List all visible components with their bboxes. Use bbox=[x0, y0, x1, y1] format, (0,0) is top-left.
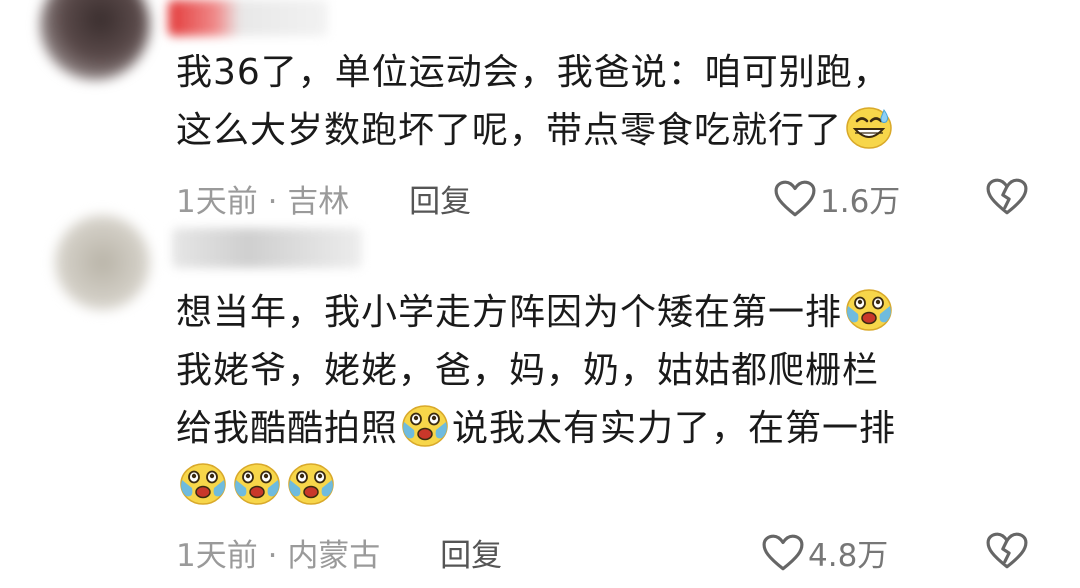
username-blurred[interactable] bbox=[168, 0, 328, 36]
comment-line-text: 说我太有实力了，在第一排 bbox=[452, 408, 897, 449]
broken-heart-icon[interactable] bbox=[986, 178, 1028, 216]
like-button[interactable]: 4.8万 bbox=[762, 530, 888, 575]
comment-text: 我36了，单位运动会，我爸说：咱可别跑， 这么大岁数跑坏了呢，带点零食吃就行了 bbox=[176, 44, 896, 160]
comment-line: 我36了，单位运动会，我爸说：咱可别跑， bbox=[176, 52, 890, 93]
tears-of-joy-emoji-icon bbox=[232, 460, 282, 506]
meta-separator: · bbox=[267, 184, 278, 220]
avatar[interactable] bbox=[55, 215, 150, 310]
comment-line: 想当年，我小学走方阵因为个矮在第一排 bbox=[176, 284, 896, 342]
reply-button[interactable]: 回复 bbox=[440, 538, 502, 574]
tears-of-joy-emoji-icon bbox=[286, 460, 336, 506]
comment-line-text: 给我酷酷拍照 bbox=[176, 408, 399, 449]
reply-button[interactable]: 回复 bbox=[409, 184, 471, 220]
grinning-sweat-emoji-icon bbox=[844, 104, 894, 150]
comment-location: 吉林 bbox=[287, 184, 350, 220]
comment-line bbox=[176, 458, 896, 516]
comment-list: 我36了，单位运动会，我爸说：咱可别跑， 这么大岁数跑坏了呢，带点零食吃就行了 … bbox=[0, 0, 1080, 588]
comment-meta: 1天前 · 吉林 回复 bbox=[176, 176, 471, 221]
username-blurred[interactable] bbox=[172, 228, 362, 268]
comment-line-text: 想当年，我小学走方阵因为个矮在第一排 bbox=[176, 292, 843, 333]
comment-line: 这么大岁数跑坏了呢，带点零食吃就行了 bbox=[176, 102, 896, 160]
comment-meta: 1天前 · 内蒙古 回复 bbox=[176, 530, 502, 575]
comment-time: 1天前 bbox=[176, 538, 258, 574]
tears-of-joy-emoji-icon bbox=[844, 286, 894, 332]
meta-separator: · bbox=[267, 538, 278, 574]
comment-location: 内蒙古 bbox=[287, 538, 381, 574]
like-count: 1.6万 bbox=[820, 184, 901, 220]
comment-text: 想当年，我小学走方阵因为个矮在第一排 我姥爷，姥姥，爸，妈，奶，姑姑都爬栅栏 给… bbox=[176, 284, 896, 516]
broken-heart-icon[interactable] bbox=[986, 532, 1028, 570]
avatar[interactable] bbox=[40, 0, 150, 80]
tears-of-joy-emoji-icon bbox=[178, 460, 228, 506]
heart-outline-icon bbox=[762, 534, 804, 572]
like-count: 4.8万 bbox=[808, 538, 889, 574]
like-button[interactable]: 1.6万 bbox=[774, 176, 900, 221]
comment-line: 给我酷酷拍照 说我太有实力了，在第一排 bbox=[176, 400, 896, 458]
heart-outline-icon bbox=[774, 180, 816, 218]
comment-line: 我姥爷，姥姥，爸，妈，奶，姑姑都爬栅栏 bbox=[176, 350, 880, 391]
comment-time: 1天前 bbox=[176, 184, 258, 220]
tears-of-joy-emoji-icon bbox=[400, 402, 450, 448]
comment-line-text: 这么大岁数跑坏了呢，带点零食吃就行了 bbox=[176, 110, 843, 151]
